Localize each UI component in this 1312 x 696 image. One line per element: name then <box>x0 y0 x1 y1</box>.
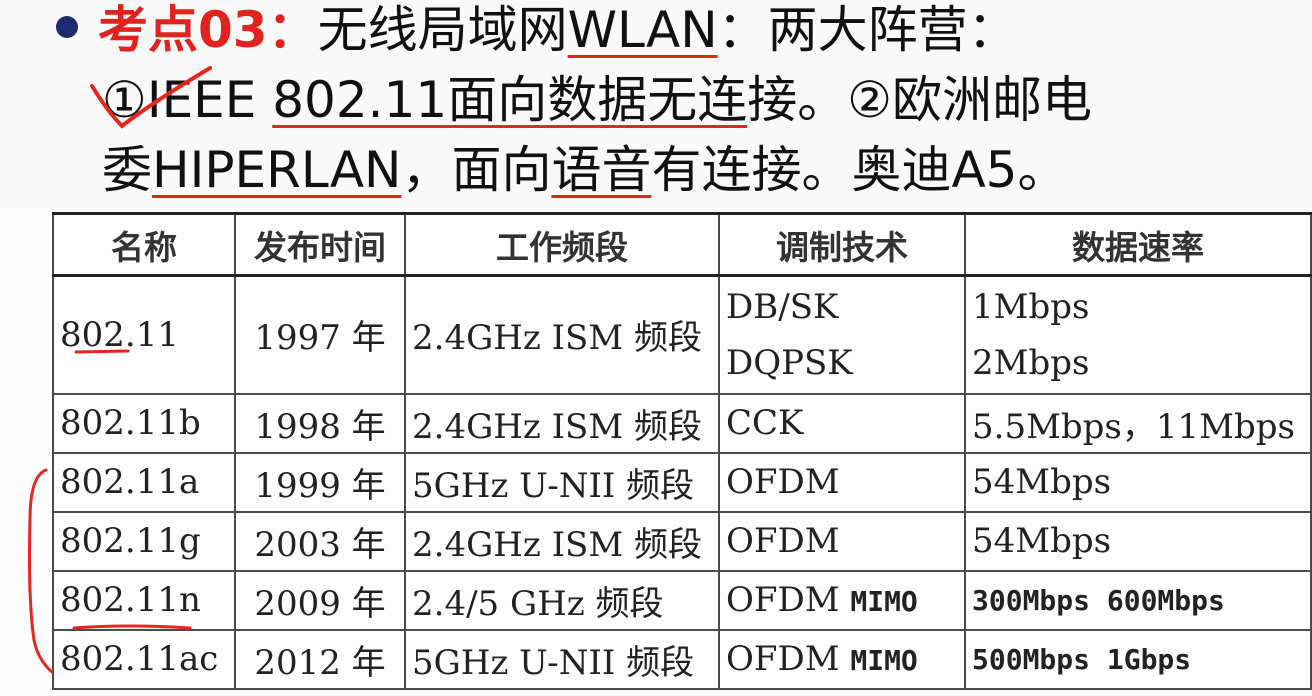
mimo-text: MIMO <box>850 644 918 677</box>
cell-name: 802.11g <box>52 510 236 572</box>
cell-year: 2009 年 <box>234 569 406 631</box>
cell-rate: 5.5Mbps，11Mbps <box>964 392 1312 454</box>
bracket-annotation <box>28 468 54 674</box>
rate-line: 2Mbps <box>972 342 1090 383</box>
cell-band: 5GHz U-NII 频段 <box>404 451 720 513</box>
heading-line-3: 委HIPERLAN，面向语音有连接。奥迪A5。 <box>102 140 1067 200</box>
wlan-term: WLAN <box>567 1 718 59</box>
cell-modulation: OFDM <box>718 510 966 572</box>
heading-text: 委 <box>102 141 152 199</box>
cell-year: 1999 年 <box>234 451 406 513</box>
cell-name: 802.11a <box>52 451 236 513</box>
table-row: 802.11a 1999 年 5GHz U-NII 频段 OFDM 54Mbps <box>52 451 1312 513</box>
header-frequency-band: 工作频段 <box>404 212 720 277</box>
cell-modulation: CCK <box>718 392 966 454</box>
table-row: 802.11g 2003 年 2.4GHz ISM 频段 OFDM 54Mbps <box>52 510 1312 572</box>
cell-name: 802.11 <box>52 274 236 395</box>
modulation-line: DQPSK <box>726 342 853 383</box>
cell-year: 2003 年 <box>234 510 406 572</box>
heading-text: 无线局域网 <box>317 1 568 59</box>
cell-modulation: DB/SK DQPSK <box>718 274 966 395</box>
cell-rate: 1Mbps 2Mbps <box>964 274 1312 395</box>
cell-name: 802.11n <box>52 569 236 631</box>
table-header-row: 名称 发布时间 工作频段 调制技术 数据速率 <box>52 212 1312 277</box>
table-row: 802.11b 1998 年 2.4GHz ISM 频段 CCK 5.5Mbps… <box>52 392 1312 454</box>
cell-year: 1998 年 <box>234 392 406 454</box>
cell-year: 1997 年 <box>234 274 406 395</box>
ieee-80211-term: 802.11面向数据无连 <box>272 71 748 129</box>
cell-name: 802.11b <box>52 392 236 454</box>
cell-band: 2.4GHz ISM 频段 <box>404 274 720 395</box>
heading-text: 接。②欧洲邮电 <box>747 71 1093 129</box>
header-data-rate: 数据速率 <box>964 212 1312 277</box>
heading-text: ：两大阵营： <box>717 1 1018 59</box>
table-row: 802.11 1997 年 2.4GHz ISM 频段 DB/SK DQPSK … <box>52 274 1312 395</box>
mimo-text: MIMO <box>850 585 918 618</box>
cell-rate: 500Mbps 1Gbps <box>964 628 1312 690</box>
cell-modulation: OFDM MIMO <box>718 569 966 631</box>
modulation-line: DB/SK <box>726 286 839 327</box>
cell-modulation: OFDM <box>718 451 966 513</box>
heading-line-1: 考点03：无线局域网WLAN：两大阵营： <box>98 0 1018 60</box>
header-modulation: 调制技术 <box>718 212 966 277</box>
wlan-standards-table: 名称 发布时间 工作频段 调制技术 数据速率 802.11 1997 年 2.4… <box>52 212 1312 690</box>
table-row: 802.11ac 2012 年 5GHz U-NII 频段 OFDM MIMO … <box>52 628 1312 690</box>
cell-rate: 54Mbps <box>964 510 1312 572</box>
cell-rate: 300Mbps 600Mbps <box>964 569 1312 631</box>
voice-term: 语音 <box>551 141 652 199</box>
header-name: 名称 <box>52 212 236 277</box>
cell-name: 802.11ac <box>52 628 236 690</box>
slide-heading-area: 考点03：无线局域网WLAN：两大阵营： ①IEEE 802.11面向数据无连接… <box>0 0 1312 208</box>
modulation-text: OFDM <box>726 639 840 679</box>
modulation-text: OFDM <box>726 580 840 620</box>
ieee-text: ①IEEE <box>102 71 273 129</box>
cell-modulation: OFDM MIMO <box>718 628 966 690</box>
heading-line-2: ①IEEE 802.11面向数据无连接。②欧洲邮电 <box>102 70 1092 130</box>
heading-text: ，面向 <box>401 141 552 199</box>
header-release-date: 发布时间 <box>234 212 406 277</box>
rate-line: 1Mbps <box>972 286 1090 327</box>
cell-band: 2.4GHz ISM 频段 <box>404 392 720 454</box>
bullet-icon <box>56 16 78 38</box>
hiperlan-term: HIPERLAN <box>152 141 402 199</box>
cell-band: 2.4GHz ISM 频段 <box>404 510 720 572</box>
cell-rate: 54Mbps <box>964 451 1312 513</box>
topic-label: 考点03： <box>98 1 318 59</box>
heading-text: 有连接。奥迪A5。 <box>651 141 1068 199</box>
cell-band: 2.4/5 GHz 频段 <box>404 569 720 631</box>
cell-year: 2012 年 <box>234 628 406 690</box>
cell-band: 5GHz U-NII 频段 <box>404 628 720 690</box>
table-row: 802.11n 2009 年 2.4/5 GHz 频段 OFDM MIMO 30… <box>52 569 1312 631</box>
